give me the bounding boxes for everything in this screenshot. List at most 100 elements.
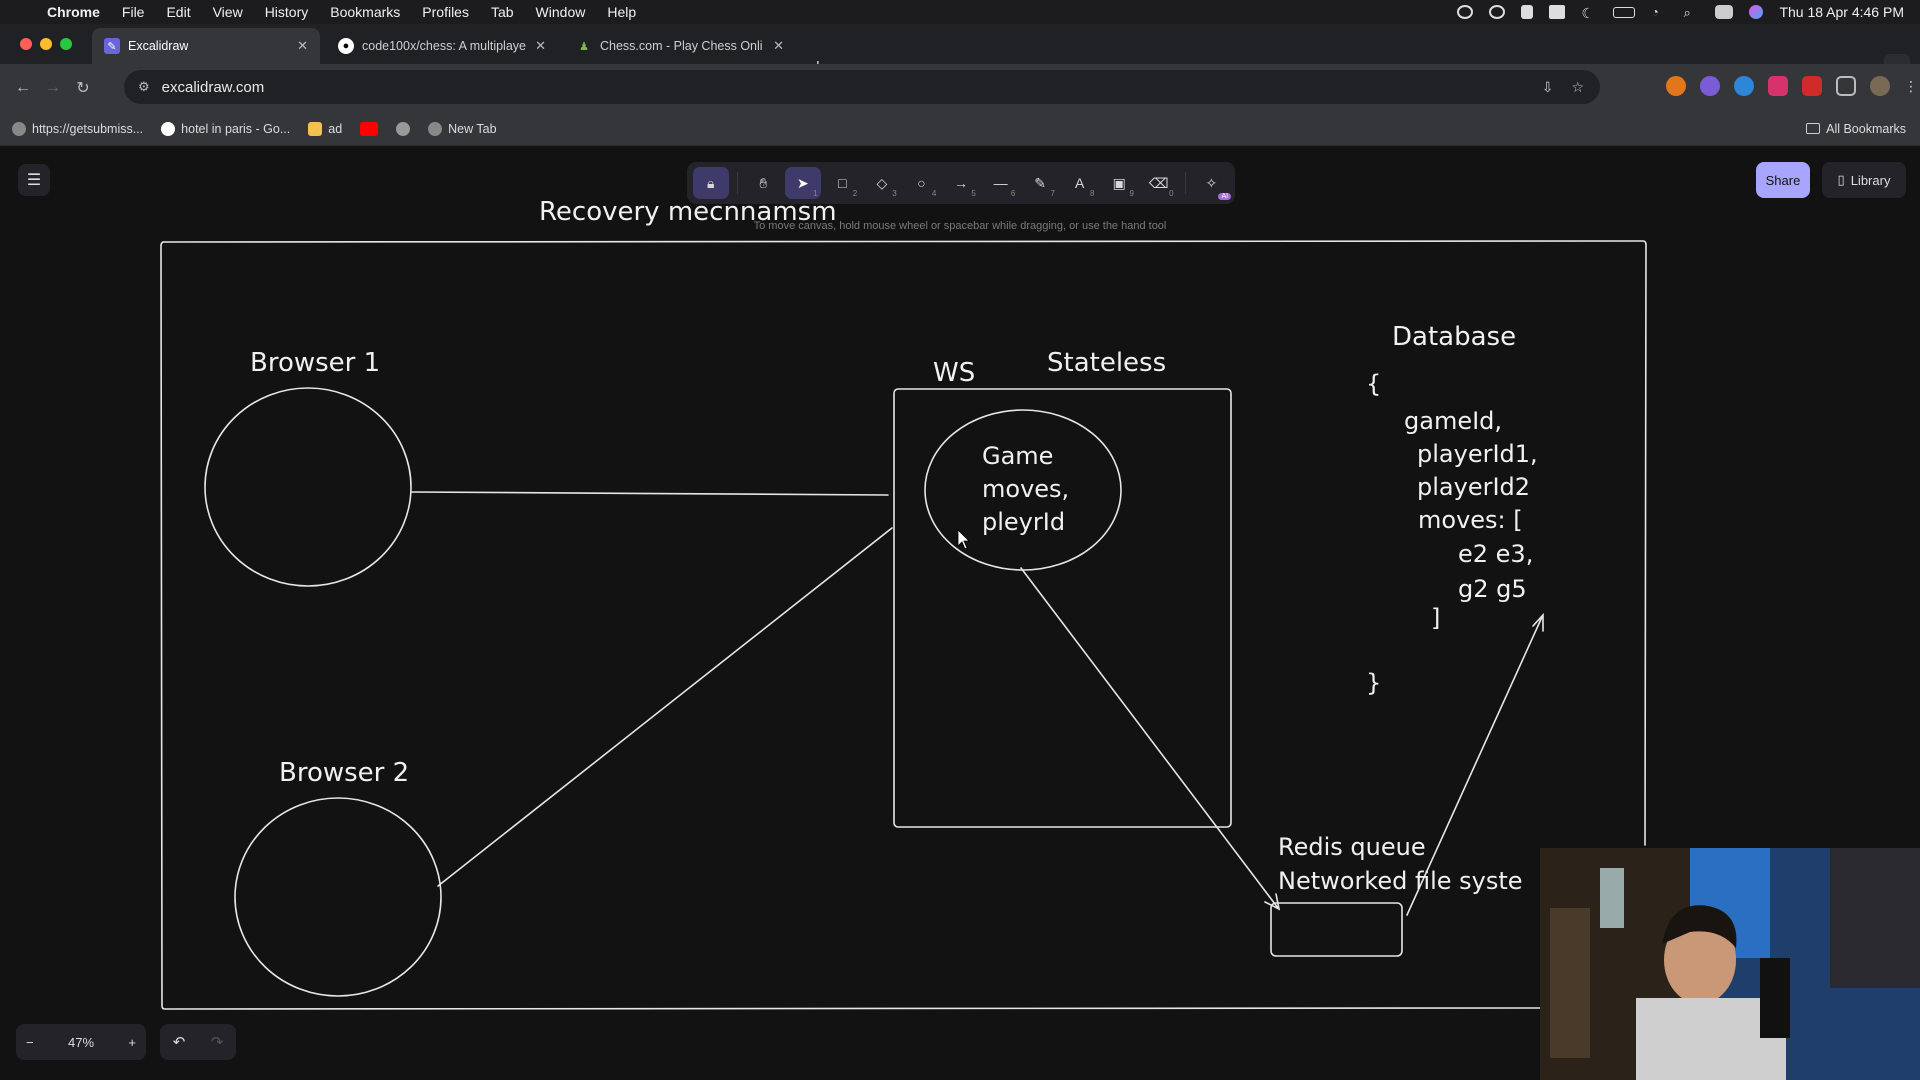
extension-icon[interactable] [1734, 76, 1754, 96]
menu-profiles[interactable]: Profiles [411, 4, 480, 20]
zoom-in-button[interactable]: + [128, 1035, 136, 1050]
game-text-line[interactable]: pleyrId [982, 508, 1065, 536]
control-center-icon[interactable] [1715, 5, 1734, 19]
diamond-icon[interactable]: ◇ 3 [864, 167, 900, 199]
browser-2-circle[interactable] [234, 797, 442, 997]
undo-button[interactable]: ↶ [173, 1033, 186, 1051]
redo-button[interactable]: ↷ [211, 1033, 224, 1051]
chrome-menu-icon[interactable]: ⋮ [1904, 76, 1918, 96]
pencil-icon[interactable]: ✎ 7 [1022, 167, 1058, 199]
moon-icon[interactable]: ☾ [1581, 5, 1597, 21]
metamask-extension-icon[interactable] [1666, 76, 1686, 96]
menu-app-name[interactable]: Chrome [36, 4, 111, 20]
menu-edit[interactable]: Edit [155, 4, 201, 20]
game-text-line[interactable]: moves, [982, 475, 1069, 503]
reload-button[interactable]: ↻ [68, 78, 98, 98]
image-icon[interactable]: ▣ 9 [1101, 167, 1137, 199]
address-bar[interactable]: ⚙ excalidraw.com ⇩ ☆ [124, 70, 1600, 104]
menu-history[interactable]: History [254, 4, 320, 20]
game-text-line[interactable]: Game [982, 442, 1053, 470]
spotlight-search-icon[interactable]: ⌕ [1683, 5, 1699, 20]
browser-1-circle[interactable] [204, 387, 412, 587]
menu-window[interactable]: Window [525, 4, 597, 20]
db-text-line[interactable]: playerId1, [1417, 440, 1538, 468]
forward-button[interactable]: → [38, 79, 68, 97]
ellipse-icon[interactable]: ○ 4 [904, 167, 940, 199]
menu-file[interactable]: File [111, 4, 156, 20]
bookmark-item[interactable] [396, 121, 411, 136]
bookmark-star-icon[interactable]: ☆ [1571, 79, 1584, 96]
tab-chess[interactable]: ♟ Chess.com - Play Chess Onli ✕ [564, 28, 796, 64]
bookmark-item[interactable] [360, 121, 379, 136]
tab-github[interactable]: ● code100x/chess: A multiplaye ✕ [326, 28, 558, 64]
browser-2-label[interactable]: Browser 2 [279, 758, 409, 788]
site-info-icon[interactable]: ⚙ [138, 79, 150, 95]
wifi-icon[interactable]: ◔ [1651, 5, 1667, 19]
line-icon[interactable]: —6 [983, 167, 1019, 199]
db-text-line[interactable]: gameId, [1404, 407, 1502, 435]
db-text-line[interactable]: playerId2 [1417, 473, 1530, 501]
status-icon[interactable] [1521, 5, 1534, 19]
zoom-out-button[interactable]: − [26, 1035, 34, 1050]
menu-help[interactable]: Help [596, 4, 647, 20]
extension-icon[interactable] [1802, 76, 1822, 96]
install-app-icon[interactable]: ⇩ [1542, 79, 1554, 96]
profile-avatar[interactable] [1870, 76, 1890, 96]
minimize-window-button[interactable] [40, 38, 52, 50]
share-button[interactable]: Share [1756, 162, 1810, 198]
tab-excalidraw[interactable]: ✎ Excalidraw ✕ [92, 28, 320, 64]
text-icon[interactable]: A8 [1062, 167, 1098, 199]
extensions-puzzle-icon[interactable] [1836, 76, 1856, 96]
redis-queue-rectangle[interactable] [1270, 902, 1403, 957]
close-window-button[interactable] [20, 38, 32, 50]
battery-icon[interactable] [1613, 6, 1636, 18]
tab-title: Excalidraw [128, 39, 189, 53]
lock-icon[interactable]: 🔒︎ [693, 167, 729, 199]
db-text-line[interactable]: e2 e3, [1458, 540, 1533, 568]
extension-icon[interactable] [1768, 76, 1788, 96]
db-text-line[interactable]: ] [1431, 604, 1440, 632]
close-icon[interactable]: ✕ [535, 38, 546, 54]
status-icon[interactable] [1549, 5, 1566, 19]
bookmark-item[interactable]: https://getsubmiss... [12, 121, 143, 136]
library-button[interactable]: ▯ Library [1822, 162, 1906, 198]
menubar-clock[interactable]: Thu 18 Apr 4:46 PM [1779, 4, 1904, 20]
close-icon[interactable]: ✕ [773, 38, 784, 54]
main-menu-button[interactable]: ☰ [18, 164, 50, 196]
nfs-label[interactable]: Networked file syste [1278, 867, 1523, 895]
back-button[interactable]: ← [8, 79, 38, 97]
game-to-redis-arrow[interactable] [1020, 567, 1279, 909]
menu-view[interactable]: View [202, 4, 254, 20]
ws-server-rectangle[interactable] [893, 388, 1232, 828]
eraser-icon[interactable]: ⌫ 0 [1141, 167, 1177, 199]
bookmark-item[interactable]: New Tab [428, 121, 497, 136]
menu-bookmarks[interactable]: Bookmarks [319, 4, 411, 20]
db-text-line[interactable]: { [1366, 370, 1381, 398]
redis-label[interactable]: Redis queue [1278, 833, 1426, 861]
browser-1-connection-line[interactable] [411, 491, 889, 496]
db-text-line[interactable]: moves: [ [1418, 506, 1523, 534]
db-text-line[interactable]: g2 g5 [1458, 575, 1527, 603]
status-icon[interactable] [1489, 5, 1506, 19]
selection-icon[interactable]: ➤ 1 [785, 167, 821, 199]
bookmark-item[interactable]: ad [308, 121, 342, 136]
ws-label[interactable]: WS [933, 358, 975, 388]
zoom-level[interactable]: 47% [68, 1035, 94, 1050]
extension-icon[interactable] [1700, 76, 1720, 96]
database-label[interactable]: Database [1392, 322, 1516, 352]
bookmark-item[interactable]: hotel in paris - Go... [161, 121, 290, 136]
browser-1-label[interactable]: Browser 1 [250, 348, 380, 378]
db-text-line[interactable]: } [1366, 669, 1381, 697]
ai-tools-icon[interactable]: ✧ AI [1194, 167, 1232, 200]
rectangle-icon[interactable]: □ 2 [825, 167, 861, 199]
all-bookmarks-button[interactable]: All Bookmarks [1806, 122, 1906, 136]
siri-icon[interactable] [1749, 5, 1764, 19]
browser-2-connection-line[interactable] [437, 527, 893, 887]
menu-tab[interactable]: Tab [480, 4, 525, 20]
stateless-label[interactable]: Stateless [1047, 348, 1166, 378]
status-icon[interactable] [1457, 5, 1474, 19]
hand-icon[interactable]: ✋︎ [746, 167, 782, 199]
maximize-window-button[interactable] [60, 38, 72, 50]
arrow-icon[interactable]: → 5 [943, 167, 979, 199]
close-icon[interactable]: ✕ [297, 38, 308, 54]
